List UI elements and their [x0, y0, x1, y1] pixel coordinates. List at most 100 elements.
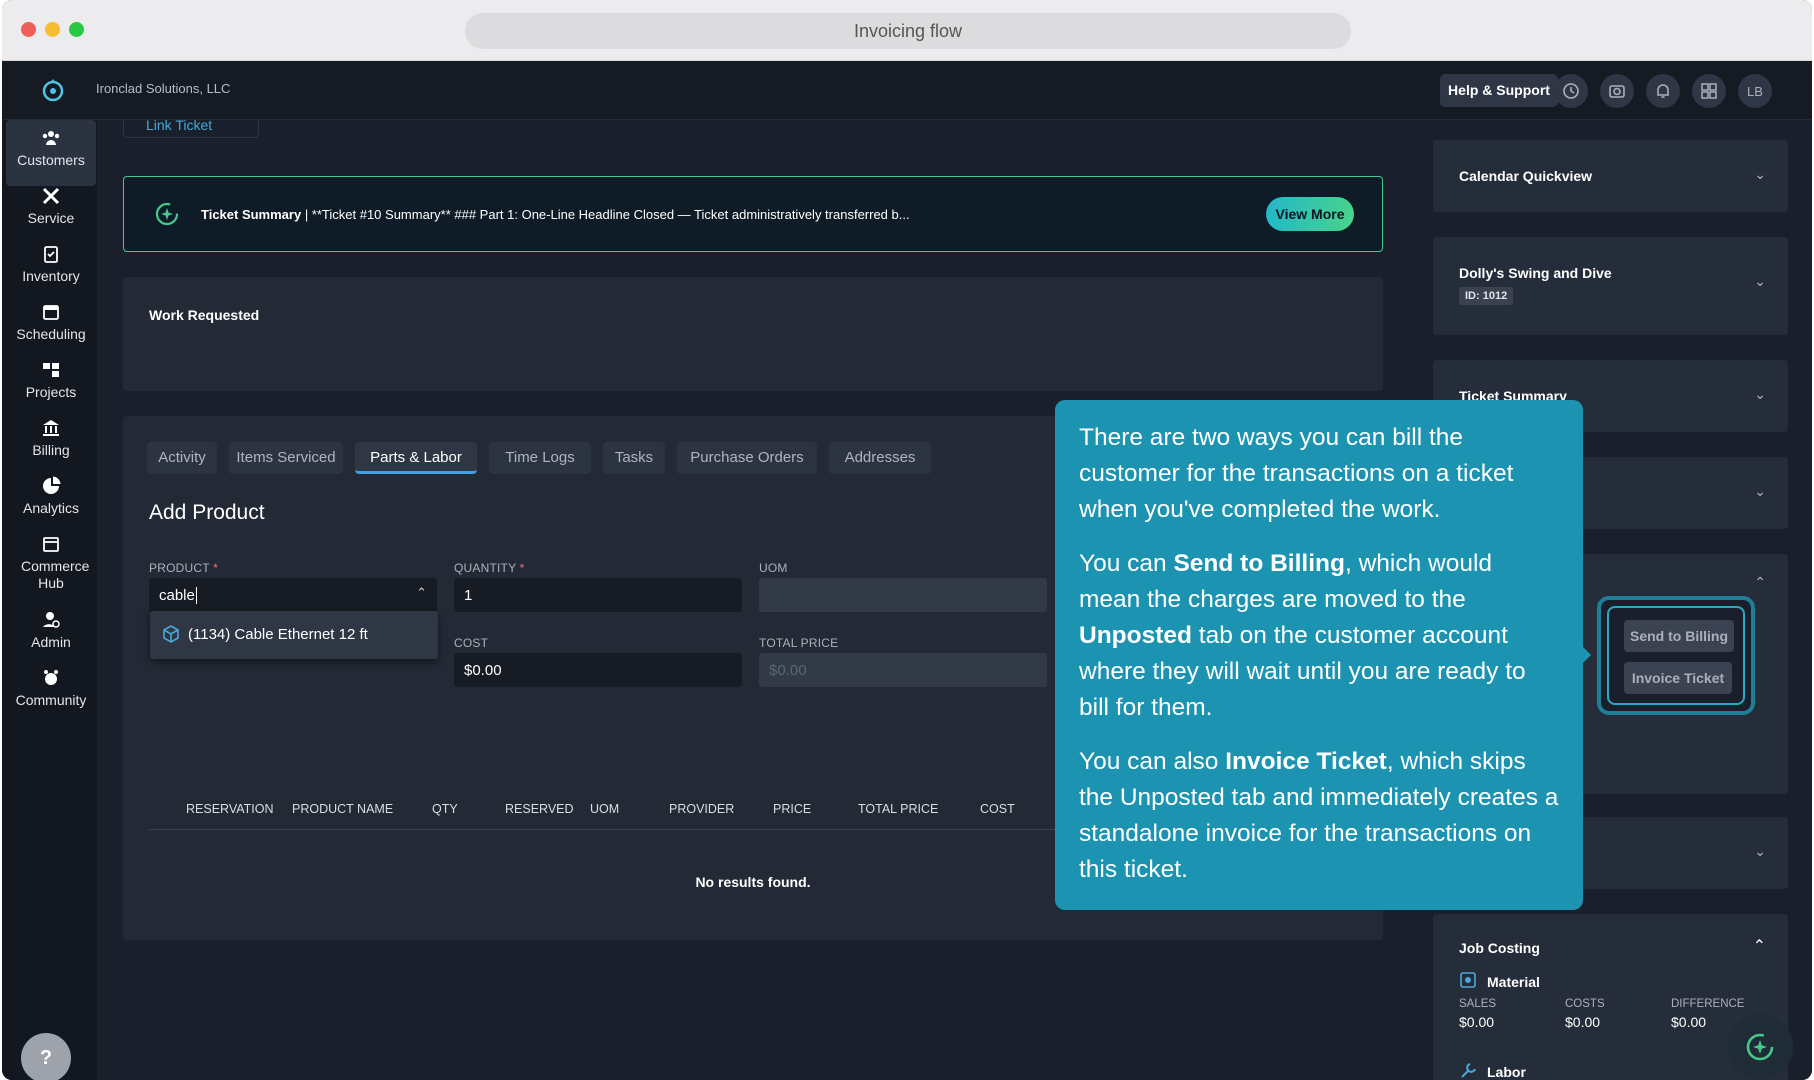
- chevron-down-icon[interactable]: ⌄: [1754, 166, 1766, 183]
- sidebar-item-admin[interactable]: Admin: [6, 602, 96, 668]
- tools-icon: [42, 187, 60, 205]
- browser-titlebar: Invoicing flow: [2, 0, 1812, 61]
- col-total-price[interactable]: TOTAL PRICE: [858, 802, 938, 816]
- sidebar-item-label: Service: [27, 210, 75, 226]
- app-logo-icon[interactable]: [40, 77, 66, 103]
- work-requested-card: Work Requested: [123, 277, 1383, 391]
- tooltip-paragraph-2: You can Send to Billing, which would mea…: [1079, 546, 1559, 726]
- tooltip-emphasis: Send to Billing: [1173, 550, 1345, 577]
- company-name: Ironclad Solutions, LLC: [96, 81, 231, 96]
- ai-sparkle-icon: [1746, 1033, 1774, 1061]
- sidebar-item-label: Analytics: [22, 500, 80, 516]
- product-search-value: cable: [159, 587, 195, 604]
- sidebar-item-label: Community: [15, 692, 87, 708]
- link-ticket-button[interactable]: Link Ticket: [123, 120, 259, 138]
- col-provider[interactable]: PROVIDER: [669, 802, 734, 816]
- community-icon: [44, 670, 58, 685]
- projects-icon: [43, 363, 59, 377]
- total-price-label: TOTAL PRICE: [759, 636, 839, 650]
- customer-card[interactable]: Dolly's Swing and Dive ID: 1012 ⌄: [1433, 237, 1788, 335]
- chevron-down-icon[interactable]: ⌄: [1754, 483, 1766, 500]
- add-product-title: Add Product: [149, 501, 265, 524]
- ticket-summary-banner: Ticket Summary | **Ticket #10 Summary** …: [123, 176, 1383, 252]
- history-icon[interactable]: [1554, 74, 1588, 108]
- tab-time-logs[interactable]: Time Logs: [489, 442, 591, 474]
- costs-value: $0.00: [1565, 1014, 1601, 1030]
- tooltip-text: You can also: [1079, 748, 1226, 775]
- sidebar-item-billing[interactable]: Billing: [6, 410, 96, 476]
- required-marker: *: [213, 561, 218, 575]
- col-cost[interactable]: COST: [980, 802, 1015, 816]
- sidebar-item-service[interactable]: Service: [6, 178, 96, 244]
- user-avatar[interactable]: LB: [1738, 74, 1772, 108]
- col-qty[interactable]: QTY: [432, 802, 458, 816]
- billing-buttons-highlight: Send to Billing Invoice Ticket: [1597, 596, 1755, 715]
- ticket-summary-label: Ticket Summary: [201, 207, 302, 222]
- ai-assistant-button[interactable]: [1727, 1014, 1793, 1080]
- chevron-up-icon[interactable]: ⌃: [1754, 574, 1766, 591]
- required-marker: *: [519, 561, 525, 575]
- uom-field: [759, 578, 1047, 612]
- clipboard-icon: [44, 246, 58, 263]
- labor-label: Labor: [1487, 1064, 1526, 1080]
- chevron-up-icon[interactable]: ⌃: [416, 585, 427, 601]
- tab-tasks[interactable]: Tasks: [603, 442, 665, 474]
- total-price-field: $0.00: [759, 653, 1047, 687]
- sidebar-item-customers[interactable]: Customers: [6, 120, 96, 186]
- ticket-summary-body: | **Ticket #10 Summary** ### Part 1: One…: [301, 207, 910, 222]
- tab-activity[interactable]: Activity: [147, 442, 217, 474]
- view-more-button[interactable]: View More: [1266, 197, 1354, 231]
- sidebar-item-label: Commerce Hub: [21, 558, 90, 591]
- close-window-button[interactable]: [21, 22, 36, 37]
- material-icon: [1460, 972, 1476, 988]
- sidebar-item-projects[interactable]: Projects: [6, 352, 96, 418]
- minimize-window-button[interactable]: [45, 22, 60, 37]
- sidebar-item-commerce-hub[interactable]: Commerce Hub: [6, 526, 96, 606]
- sidebar-nav: Customers Service Inventory Scheduling P…: [2, 120, 97, 1080]
- tooltip-emphasis: Invoice Ticket: [1225, 748, 1387, 775]
- tab-purchase-orders[interactable]: Purchase Orders: [677, 442, 817, 474]
- product-dropdown-option[interactable]: (1134) Cable Ethernet 12 ft: [150, 611, 438, 659]
- camera-icon[interactable]: [1600, 74, 1634, 108]
- quantity-input[interactable]: 1: [454, 578, 742, 612]
- material-label: Material: [1487, 974, 1540, 990]
- tab-parts-labor[interactable]: Parts & Labor: [355, 442, 477, 474]
- product-search-input[interactable]: cable ⌃: [149, 578, 437, 612]
- costs-label: COSTS: [1565, 998, 1605, 1010]
- help-bubble-button[interactable]: ?: [21, 1033, 71, 1080]
- admin-icon: [43, 612, 60, 628]
- col-product-name[interactable]: PRODUCT NAME: [292, 802, 393, 816]
- sidebar-item-label: Customers: [17, 152, 85, 168]
- sidebar-item-label: Scheduling: [16, 326, 86, 342]
- product-label: PRODUCT *: [149, 561, 218, 575]
- difference-label: DIFFERENCE: [1671, 998, 1745, 1010]
- pie-icon: [43, 476, 61, 494]
- col-price[interactable]: PRICE: [773, 802, 811, 816]
- chevron-down-icon[interactable]: ⌄: [1754, 273, 1766, 290]
- col-reserved[interactable]: RESERVED: [505, 802, 574, 816]
- bell-icon[interactable]: [1646, 74, 1680, 108]
- sidebar-item-community[interactable]: Community: [6, 660, 96, 726]
- cost-input[interactable]: $0.00: [454, 653, 742, 687]
- sidebar-item-scheduling[interactable]: Scheduling: [6, 294, 96, 360]
- apps-icon[interactable]: [1692, 74, 1726, 108]
- invoice-ticket-button[interactable]: Invoice Ticket: [1624, 662, 1732, 694]
- tab-addresses[interactable]: Addresses: [829, 442, 931, 474]
- chevron-up-icon[interactable]: ⌃: [1753, 936, 1766, 956]
- send-to-billing-button[interactable]: Send to Billing: [1624, 620, 1734, 652]
- sidebar-item-inventory[interactable]: Inventory: [6, 236, 96, 302]
- col-uom[interactable]: UOM: [590, 802, 619, 816]
- calendar-quickview-card[interactable]: Calendar Quickview ⌄: [1433, 140, 1788, 212]
- tab-items-serviced[interactable]: Items Serviced: [229, 442, 343, 474]
- chevron-down-icon[interactable]: ⌄: [1754, 843, 1766, 860]
- tooltip-text: You can: [1079, 550, 1174, 577]
- sidebar-item-analytics[interactable]: Analytics: [6, 468, 96, 534]
- chevron-down-icon[interactable]: ⌄: [1754, 386, 1766, 403]
- app-topbar: Ironclad Solutions, LLC Help & Support L…: [2, 61, 1812, 120]
- maximize-window-button[interactable]: [69, 22, 84, 37]
- customer-name: Dolly's Swing and Dive: [1459, 265, 1612, 281]
- col-reservation[interactable]: RESERVATION: [186, 802, 274, 816]
- quantity-label-text: QUANTITY: [454, 561, 517, 575]
- window-title[interactable]: Invoicing flow: [465, 13, 1351, 49]
- help-support-button[interactable]: Help & Support: [1440, 74, 1558, 107]
